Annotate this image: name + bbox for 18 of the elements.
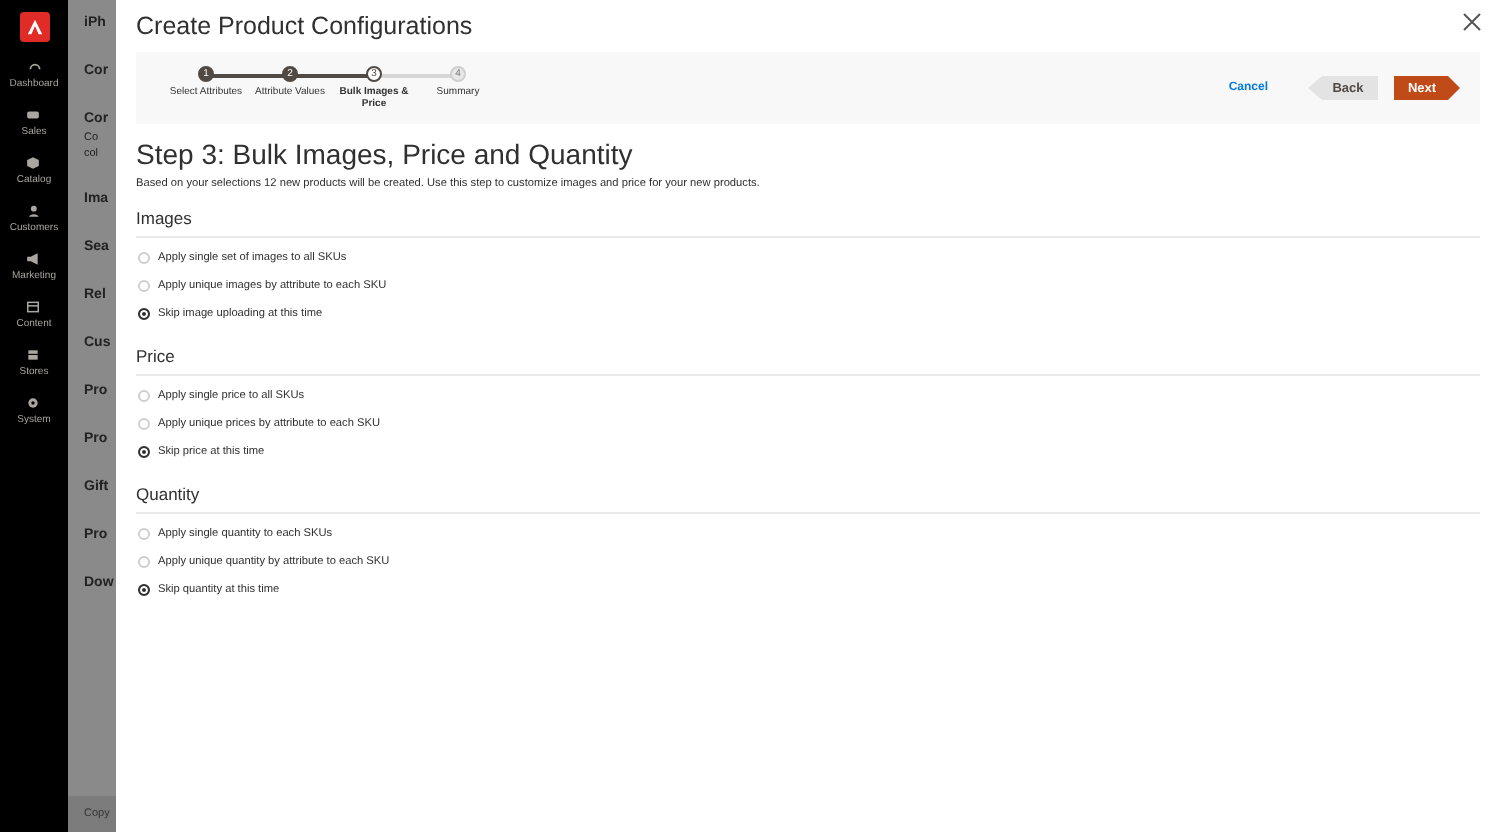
person-icon [27, 204, 41, 218]
settings-icon [26, 396, 41, 410]
step-heading: Step 3: Bulk Images, Price and Quantity [136, 140, 635, 168]
banknote-icon [26, 108, 41, 122]
cube-icon [26, 156, 41, 170]
logo-icon[interactable] [19, 12, 49, 42]
radio-button[interactable] [138, 584, 150, 596]
section-title: Price [136, 348, 1480, 376]
modal-title: Create Product Configurations [136, 14, 473, 38]
megaphone-icon [26, 252, 41, 266]
section-title: Quantity [136, 486, 1480, 514]
radio-button[interactable] [138, 446, 150, 458]
section-title: Images [136, 210, 1480, 238]
radio-button[interactable] [138, 308, 150, 320]
storefront-icon [26, 348, 41, 362]
close-icon[interactable] [1462, 12, 1482, 32]
gauge-icon [27, 60, 41, 74]
layout-icon [26, 300, 41, 314]
